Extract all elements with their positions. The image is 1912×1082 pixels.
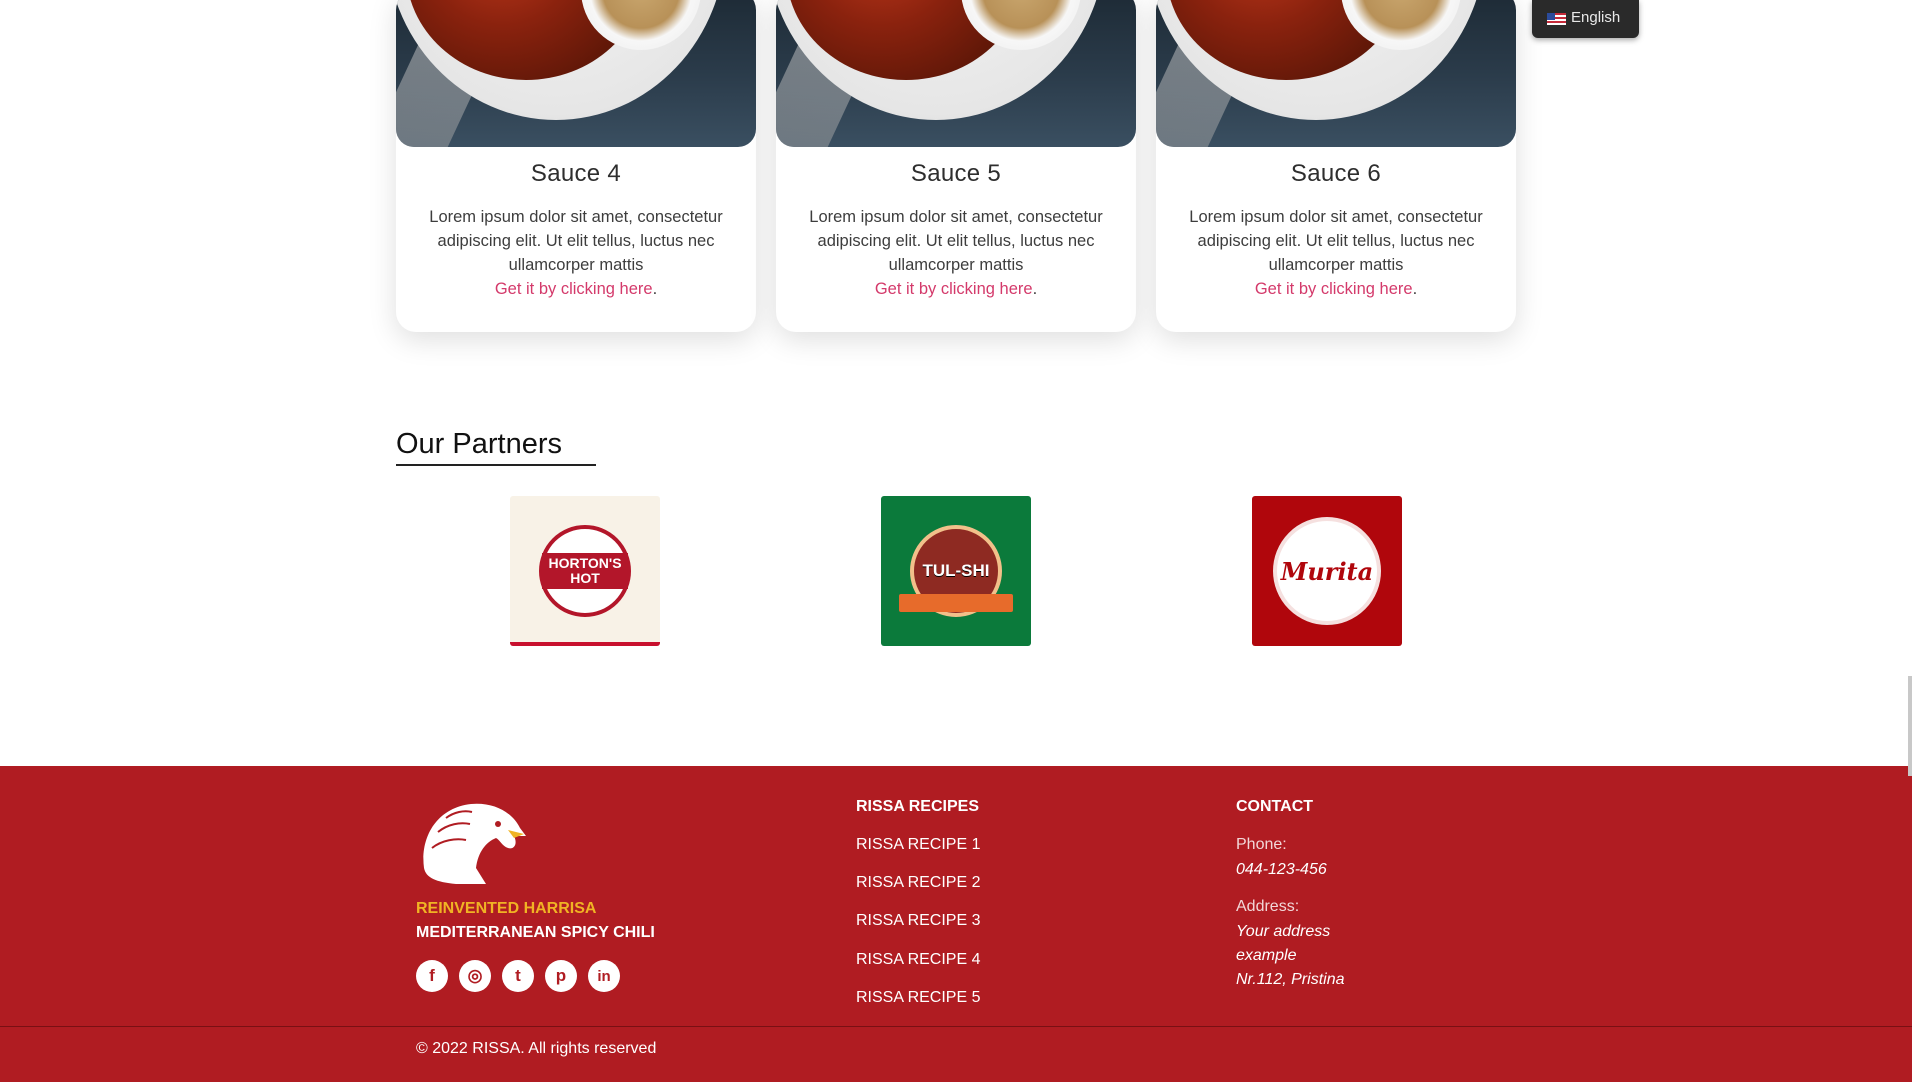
partner-logo-murita[interactable]: Murita (1252, 496, 1402, 646)
link-suffix: . (1412, 280, 1418, 298)
card-description: Lorem ipsum dolor sit amet, consectetur … (1189, 208, 1483, 274)
card-title: Sauce 4 (530, 160, 622, 187)
facebook-icon[interactable]: f (416, 960, 448, 992)
phone-value[interactable]: 044-123-456 (1236, 858, 1327, 882)
card-link-line: Get it by clicking here. (1156, 277, 1516, 301)
copyright-text: © 2022 RISSA. All rights reserved (416, 1040, 657, 1057)
partner-name: HORTON'S HOT (542, 553, 628, 589)
eagle-icon (423, 803, 526, 884)
recipe-link[interactable]: RISSA RECIPE 5 (856, 989, 981, 1007)
card-link-line: Get it by clicking here. (396, 277, 756, 301)
pinterest-icon[interactable]: p (545, 960, 577, 992)
phone-label: Phone: (1236, 836, 1287, 853)
partner-logo-hortons[interactable]: HORTON'S HOT (510, 496, 660, 646)
card-link-line: Get it by clicking here. (776, 277, 1136, 301)
twitter-icon[interactable]: t (502, 960, 534, 992)
language-switcher[interactable]: English (1532, 0, 1639, 38)
address-line: Nr.112, Pristina (1236, 971, 1345, 988)
address-label: Address: (1236, 898, 1300, 915)
recipes-heading: RISSA RECIPES (856, 798, 979, 815)
get-it-link[interactable]: Get it by clicking here (495, 280, 653, 298)
address-line: example (1236, 947, 1297, 964)
instagram-icon[interactable]: ◎ (459, 960, 491, 992)
get-it-link[interactable]: Get it by clicking here (1255, 280, 1413, 298)
sauce-card: Sauce 6 Lorem ipsum dolor sit amet, cons… (1156, 0, 1516, 332)
ribbon-decoration (899, 594, 1013, 612)
card-title: Sauce 5 (910, 160, 1002, 187)
link-suffix: . (652, 280, 658, 298)
us-flag-icon (1547, 13, 1566, 25)
recipe-link[interactable]: RISSA RECIPE 4 (856, 951, 981, 969)
sauce-image (1156, 0, 1516, 147)
sauce-card: Sauce 5 Lorem ipsum dolor sit amet, cons… (776, 0, 1136, 332)
sauce-image (396, 0, 756, 147)
sauce-image (776, 0, 1136, 147)
language-label: English (1571, 9, 1621, 26)
link-suffix: . (1032, 280, 1038, 298)
get-it-link[interactable]: Get it by clicking here (875, 280, 1033, 298)
recipe-link[interactable]: RISSA RECIPE 1 (856, 836, 981, 854)
partner-logo-tulshi[interactable]: TUL-SHI (881, 496, 1031, 646)
partner-name: Murita (1280, 556, 1374, 586)
contact-heading: CONTACT (1236, 798, 1314, 815)
recipe-link[interactable]: RISSA RECIPE 2 (856, 874, 981, 892)
sauce-card: Sauce 4 Lorem ipsum dolor sit amet, cons… (396, 0, 756, 332)
partners-heading: Our Partners (396, 428, 562, 460)
recipe-link[interactable]: RISSA RECIPE 3 (856, 912, 981, 930)
partner-name: TUL-SHI (922, 561, 990, 580)
footer: REINVENTED HARRISA MEDITERRANEAN SPICY C… (0, 766, 1912, 1082)
card-description: Lorem ipsum dolor sit amet, consectetur … (429, 208, 723, 274)
card-title: Sauce 6 (1290, 160, 1382, 187)
heading-underline (396, 464, 596, 466)
tagline-primary: REINVENTED HARRISA (416, 900, 597, 917)
footer-divider (0, 1026, 1912, 1027)
linkedin-icon[interactable]: in (588, 960, 620, 992)
address-line: Your address (1236, 923, 1331, 940)
tagline-secondary: MEDITERRANEAN SPICY CHILI (416, 924, 655, 941)
card-description: Lorem ipsum dolor sit amet, consectetur … (809, 208, 1103, 274)
page-scrollbar[interactable] (1908, 676, 1912, 776)
